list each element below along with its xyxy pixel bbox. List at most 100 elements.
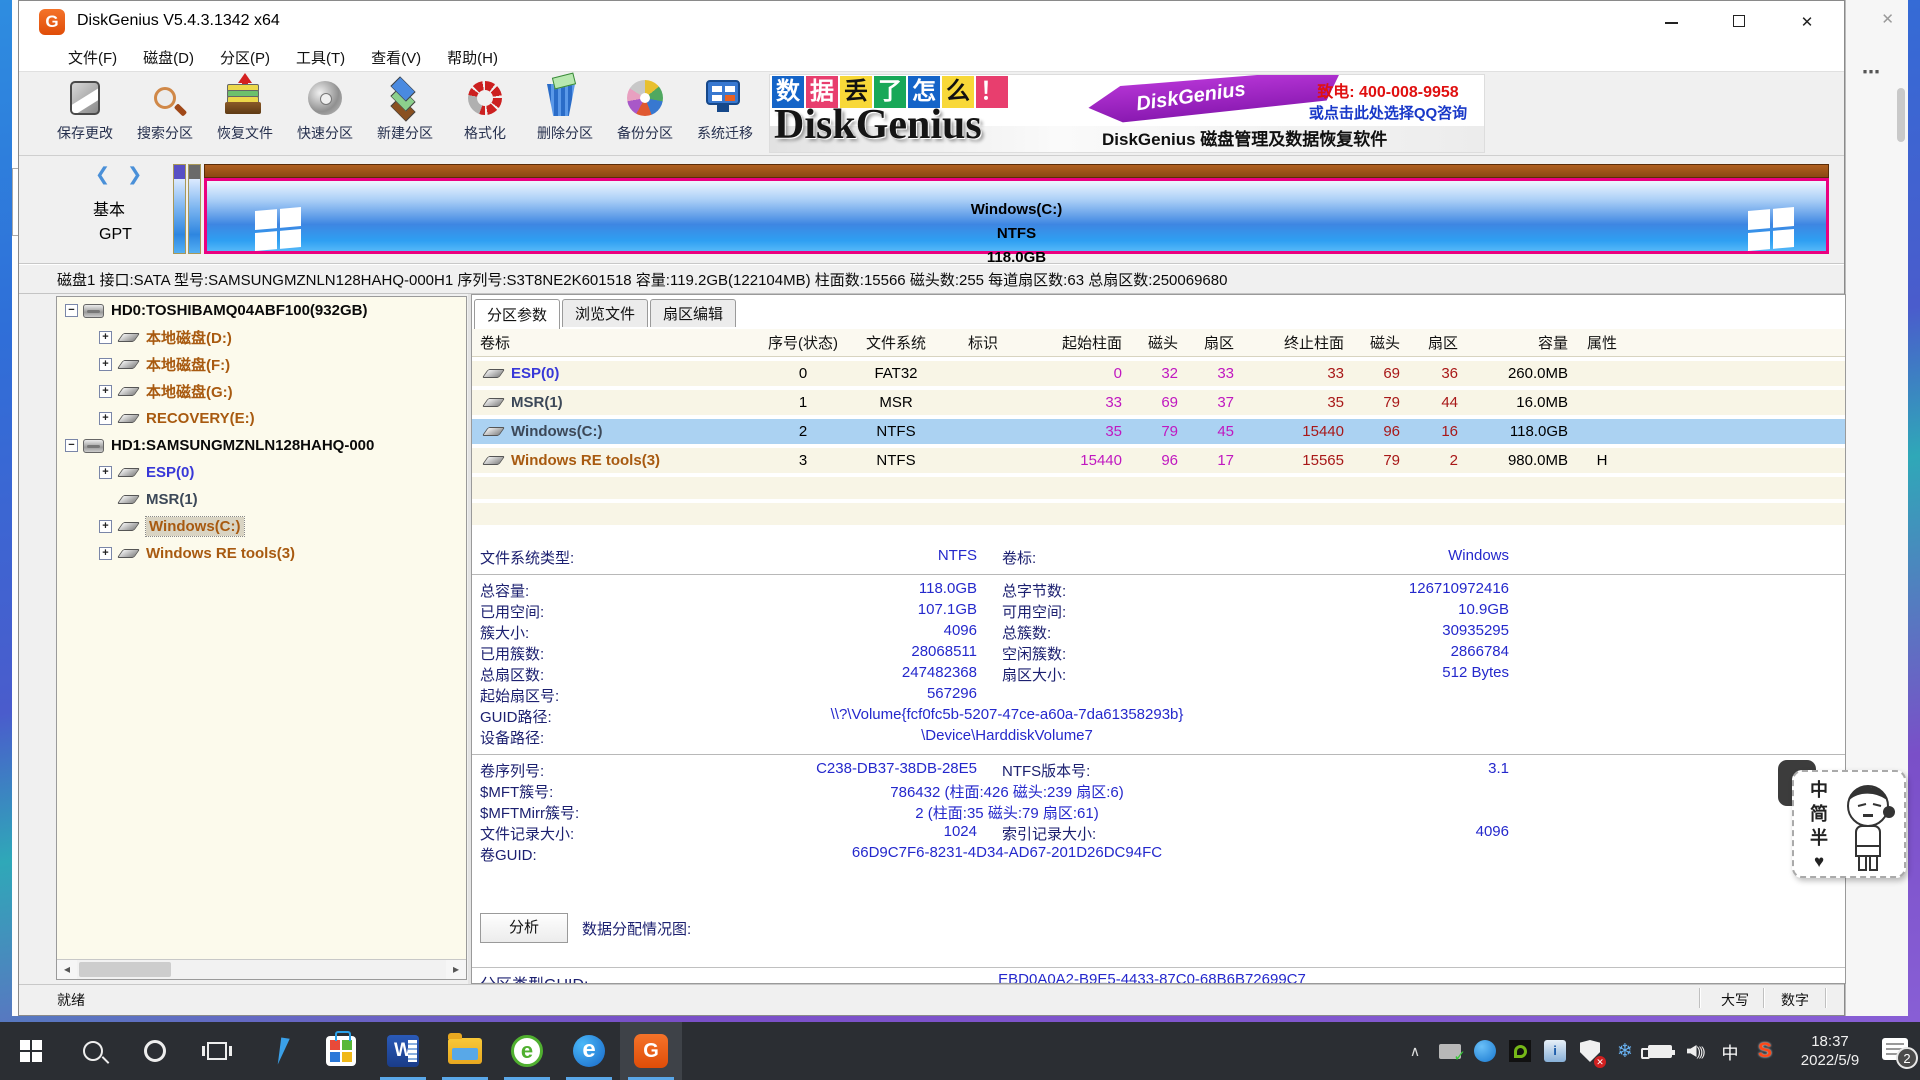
close-button[interactable]: ✕ — [1792, 13, 1822, 31]
notification-center-button[interactable]: 2 — [1882, 1038, 1912, 1064]
tray-messenger-icon[interactable] — [1472, 1036, 1498, 1066]
save-icon — [63, 76, 107, 120]
tree-horizontal-scrollbar[interactable]: ◂ ▸ — [57, 959, 466, 979]
inactive-close-icon[interactable]: ✕ — [1881, 10, 1894, 28]
scroll-left-button[interactable]: ◂ — [57, 960, 77, 979]
menu-file[interactable]: 文件(F) — [55, 47, 130, 68]
tray-security-shield-icon[interactable]: ✕ — [1577, 1036, 1603, 1066]
new-partition-button[interactable]: 新建分区 — [365, 76, 445, 152]
banner-qq-link[interactable]: 或点击此处选择QQ咨询 — [1296, 102, 1480, 123]
tray-nvidia-icon[interactable] — [1507, 1036, 1533, 1066]
menu-tools[interactable]: 工具(T) — [283, 47, 358, 68]
scrollbar-thumb[interactable] — [1897, 88, 1905, 142]
ime-mode-chinese[interactable]: 中 — [1808, 778, 1830, 802]
expand-icon[interactable]: + — [99, 466, 112, 479]
tray-sogou-icon[interactable]: S — [1752, 1036, 1778, 1066]
start-button[interactable] — [0, 1022, 62, 1080]
clipped-detail-row: 分区类型GUID: EBD0A0A2-B9E5-4433-87C0-68B6B7… — [472, 967, 1845, 984]
taskbar-search-button[interactable] — [62, 1022, 124, 1080]
tree-item-local-d[interactable]: + 本地磁盘(D:) — [57, 324, 466, 351]
maximize-button[interactable] — [1724, 14, 1754, 31]
save-changes-button[interactable]: 保存更改 — [45, 76, 125, 152]
table-row[interactable]: Windows RE tools(3) 3 NTFS 15440 96 17 1… — [472, 448, 1845, 473]
expand-icon[interactable]: + — [99, 412, 112, 425]
window-title: DiskGenius V5.4.3.1342 x64 — [77, 12, 280, 30]
ad-banner[interactable]: 数 据 丢 了 怎 么 ！ DiskGenius DiskGenius 致电: … — [769, 74, 1485, 153]
taskbar-app-word[interactable]: W — [372, 1022, 434, 1080]
expand-icon[interactable]: + — [99, 547, 112, 560]
taskbar-app-edge[interactable]: e — [558, 1022, 620, 1080]
table-row-selected[interactable]: Windows(C:) 2 NTFS 35 79 45 15440 96 16 … — [472, 419, 1845, 444]
disk-nav-arrows[interactable]: ❮ ❯ — [95, 164, 148, 185]
quick-partition-button[interactable]: 快速分区 — [285, 76, 365, 152]
taskbar-app-flash[interactable] — [248, 1022, 310, 1080]
partition-block-windows-c[interactable]: Windows(C:) NTFS 118.0GB — [204, 164, 1829, 254]
ime-mode-halfwidth[interactable]: 半 — [1808, 826, 1830, 850]
menu-disk[interactable]: 磁盘(D) — [130, 47, 207, 68]
expand-icon[interactable]: + — [99, 331, 112, 344]
menu-view[interactable]: 查看(V) — [358, 47, 434, 68]
partition-block-msr[interactable] — [188, 164, 201, 254]
taskbar-clock[interactable]: 18:37 2022/5/9 — [1787, 1032, 1873, 1070]
tree-item-local-g[interactable]: + 本地磁盘(G:) — [57, 378, 466, 405]
tree-item-hd0[interactable]: − HD0:TOSHIBAMQ04ABF100(932GB) — [57, 297, 466, 324]
taskbar-app-explorer[interactable] — [434, 1022, 496, 1080]
partition-block-esp[interactable] — [173, 164, 186, 254]
minimize-button[interactable] — [1656, 14, 1686, 31]
ime-mode-simplified[interactable]: 简 — [1808, 802, 1830, 826]
analyze-button[interactable]: 分析 — [480, 913, 568, 943]
expand-icon[interactable]: + — [99, 358, 112, 371]
collapse-icon[interactable]: − — [65, 439, 78, 452]
partition-volume-name: Windows(C:) — [207, 198, 1826, 222]
task-view-button[interactable] — [186, 1022, 248, 1080]
tray-battery-icon[interactable] — [1647, 1036, 1673, 1066]
system-migration-button[interactable]: 系统迁移 — [685, 76, 765, 152]
expand-icon[interactable]: + — [99, 520, 112, 533]
tray-printer-icon[interactable] — [1437, 1036, 1463, 1066]
menu-help[interactable]: 帮助(H) — [434, 47, 511, 68]
tray-intel-graphics-icon[interactable]: i — [1542, 1036, 1568, 1066]
scroll-right-button[interactable]: ▸ — [446, 960, 466, 979]
backup-partition-button[interactable]: 备份分区 — [605, 76, 685, 152]
tab-partition-params[interactable]: 分区参数 — [474, 299, 560, 329]
tree-item-windows-c[interactable]: + Windows(C:) — [57, 513, 466, 540]
cortana-button[interactable] — [124, 1022, 186, 1080]
detail-row: $MFTMirr簇号:2 (柱面:35 磁头:79 扇区:61) — [472, 802, 1845, 823]
tree-item-esp[interactable]: + ESP(0) — [57, 459, 466, 486]
tree-item-recovery-e[interactable]: + RECOVERY(E:) — [57, 405, 466, 432]
tab-sector-edit[interactable]: 扇区编辑 — [650, 299, 736, 327]
more-options-icon[interactable]: ⋯ — [1862, 62, 1881, 83]
windows-start-icon — [20, 1040, 42, 1062]
edge-icon: e — [573, 1035, 605, 1067]
expand-icon[interactable]: + — [99, 385, 112, 398]
menu-partition[interactable]: 分区(P) — [207, 47, 283, 68]
search-partition-button[interactable]: 搜索分区 — [125, 76, 205, 152]
ime-status-panel[interactable]: 中 简 半 ♥ — [1792, 770, 1906, 878]
tree-item-local-f[interactable]: + 本地磁盘(F:) — [57, 351, 466, 378]
detail-row: 起始扇区号:567296 — [472, 685, 1845, 706]
tab-browse-files[interactable]: 浏览文件 — [562, 299, 648, 327]
tray-expand-button[interactable]: ∧ — [1402, 1036, 1428, 1066]
heart-icon[interactable]: ♥ — [1808, 850, 1830, 874]
format-button[interactable]: 格式化 — [445, 76, 525, 152]
tray-snowflake-icon[interactable]: ❄ — [1612, 1036, 1638, 1066]
tree-item-hd1[interactable]: − HD1:SAMSUNGMZNLN128HAHQ-000 — [57, 432, 466, 459]
tray-volume-icon[interactable]: ))) — [1682, 1036, 1708, 1066]
detail-row: 已用簇数:28068511 空闲簇数:2866784 — [472, 643, 1845, 664]
recover-files-button[interactable]: 恢复文件 — [205, 76, 285, 152]
taskbar-app-diskgenius[interactable]: G — [620, 1022, 682, 1080]
collapse-icon[interactable]: − — [65, 304, 78, 317]
taskbar-app-store[interactable] — [310, 1022, 372, 1080]
table-row[interactable]: MSR(1) 1 MSR 33 69 37 35 79 44 16.0MB — [472, 390, 1845, 415]
tray-ime-indicator[interactable]: 中 — [1717, 1036, 1743, 1066]
table-row[interactable]: ESP(0) 0 FAT32 0 32 33 33 69 36 260.0MB — [472, 361, 1845, 386]
tree-item-windows-re[interactable]: + Windows RE tools(3) — [57, 540, 466, 567]
status-numlock: 数字 — [1767, 990, 1823, 1010]
delete-partition-button[interactable]: 删除分区 — [525, 76, 605, 152]
diskgenius-window: G DiskGenius V5.4.3.1342 x64 ✕ 文件(F) 磁盘(… — [18, 0, 1845, 1016]
detail-row: GUID路径:\\?\Volume{fcf0fc5b-5207-47ce-a60… — [472, 706, 1845, 727]
task-view-icon — [207, 1042, 227, 1060]
taskbar-app-browser[interactable]: e — [496, 1022, 558, 1080]
tree-item-msr[interactable]: MSR(1) — [57, 486, 466, 513]
scrollbar-thumb[interactable] — [79, 962, 171, 977]
